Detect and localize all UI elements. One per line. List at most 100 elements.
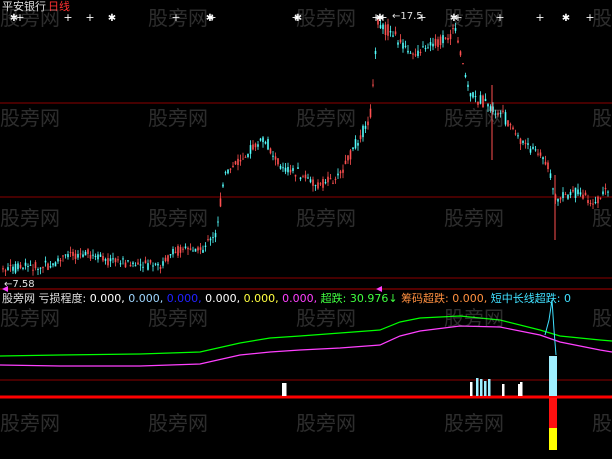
candle-body: [197, 247, 199, 251]
candle-body: [464, 74, 467, 78]
candle-body: [387, 24, 389, 36]
chaodie-value: 30.976↓: [349, 292, 398, 305]
candle-body: [92, 254, 94, 256]
candle-body: [262, 137, 264, 143]
candle-body: [4, 270, 7, 272]
candle-body: [87, 249, 89, 255]
candle-body: [219, 198, 222, 207]
candle-body: [182, 248, 184, 250]
indicator-bar: [502, 384, 505, 396]
candle-body: [34, 262, 37, 269]
candle-body: [459, 51, 462, 56]
watermark: 股旁网: [296, 306, 356, 330]
candle-body: [192, 250, 194, 252]
signal-star-icon: ✱: [562, 13, 570, 24]
candle-body: [254, 143, 257, 148]
candle-body: [327, 176, 329, 183]
candle-body: [14, 263, 17, 273]
candle-body: [429, 42, 432, 46]
watermark: 股旁网: [296, 106, 356, 130]
candle-body: [157, 263, 159, 266]
candle-body: [42, 267, 44, 269]
candle-body: [424, 48, 427, 50]
candle-body: [324, 182, 327, 184]
candle-body: [137, 262, 139, 265]
indicator-bar: [470, 382, 473, 396]
candle-body: [77, 254, 79, 258]
candle-body: [17, 263, 19, 270]
candle-body: [564, 194, 567, 196]
candle-body: [329, 178, 332, 180]
watermark: 股旁网: [444, 206, 504, 230]
candle-body: [379, 25, 382, 29]
candle-body: [314, 185, 317, 187]
candle-body: [69, 252, 72, 254]
candle-body: [247, 153, 249, 157]
candle-body: [284, 167, 287, 172]
candle-body: [559, 197, 562, 200]
candle-body: [117, 259, 119, 261]
candle-body: [369, 108, 372, 118]
candle-body: [534, 149, 537, 151]
candle-body: [569, 191, 572, 196]
candle-body: [549, 173, 552, 178]
candle-body: [337, 173, 339, 176]
high-price-label: ←17.5: [392, 11, 423, 22]
candle-body: [344, 160, 347, 165]
candle-body: [59, 260, 62, 262]
candle-body: [207, 239, 209, 241]
indicator-bar: [484, 381, 487, 396]
candle-body: [469, 93, 472, 97]
candle-body: [174, 251, 177, 253]
candle-body: [144, 260, 147, 264]
candle-body: [202, 249, 204, 253]
candle-body: [419, 51, 422, 53]
candle-body: [244, 156, 247, 158]
candle-body: [364, 125, 367, 129]
candle-body: [442, 35, 444, 44]
candle-body: [352, 147, 354, 150]
candle-body: [204, 245, 207, 247]
candle-body: [142, 266, 144, 268]
candle-body: [512, 127, 514, 130]
candle-body: [384, 24, 387, 36]
candle-body: [407, 50, 409, 53]
candle-body: [484, 98, 487, 102]
chouma-label: 筹码超跌:: [401, 292, 449, 305]
candle-body: [267, 139, 269, 150]
candle-body: [532, 146, 534, 149]
candle-body: [27, 265, 29, 267]
candle-body: [432, 43, 434, 47]
candle-body: [82, 254, 84, 257]
candle-body: [24, 262, 27, 266]
candle-body: [567, 194, 569, 199]
candle-body: [354, 139, 357, 149]
candle-body: [602, 191, 604, 195]
low-price-label: ←7.58: [4, 279, 35, 290]
candle-body: [122, 258, 124, 260]
candle-body: [9, 264, 12, 267]
candle-body: [422, 46, 424, 48]
candle-body: [222, 184, 224, 187]
candle-body: [574, 187, 577, 198]
watermark: 股旁网: [148, 411, 208, 435]
candle-body: [404, 45, 407, 47]
candle-body: [114, 258, 117, 263]
candle-body: [187, 247, 189, 250]
candle-body: [359, 135, 362, 140]
watermark: 股旁网: [296, 206, 356, 230]
candle-body: [54, 262, 57, 267]
candle-body: [252, 144, 254, 150]
candle-body: [439, 36, 442, 46]
candle-body: [317, 182, 319, 189]
candle-body: [392, 35, 394, 37]
candle-body: [272, 155, 274, 157]
candle-body: [362, 125, 364, 138]
candle-body: [447, 38, 449, 40]
candle-body: [347, 155, 349, 161]
candlestick-series[interactable]: [2, 18, 609, 276]
watermark: 股旁网: [148, 6, 208, 30]
candle-body: [134, 265, 137, 267]
candle-body: [107, 258, 109, 266]
candle-body: [162, 261, 164, 266]
